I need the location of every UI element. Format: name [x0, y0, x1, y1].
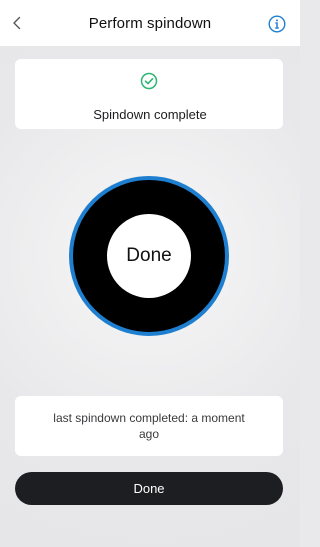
progress-ring-center: Done	[107, 214, 191, 298]
top-bar: Perform spindown	[0, 0, 300, 46]
info-icon	[268, 15, 286, 33]
last-spindown-text: last spindown completed: a moment ago	[53, 411, 245, 441]
progress-ring: Done	[69, 176, 229, 336]
done-button[interactable]: Done	[15, 472, 283, 505]
status-text: Spindown complete	[93, 107, 207, 122]
back-button[interactable]	[8, 13, 26, 33]
chevron-left-icon	[13, 16, 21, 30]
progress-label: Done	[126, 245, 172, 266]
check-circle-icon	[140, 72, 158, 90]
page-title: Perform spindown	[88, 14, 212, 32]
progress-ring-track: Done	[69, 176, 229, 336]
last-spindown-card: last spindown completed: a moment ago	[15, 396, 283, 456]
info-button[interactable]	[268, 15, 286, 33]
